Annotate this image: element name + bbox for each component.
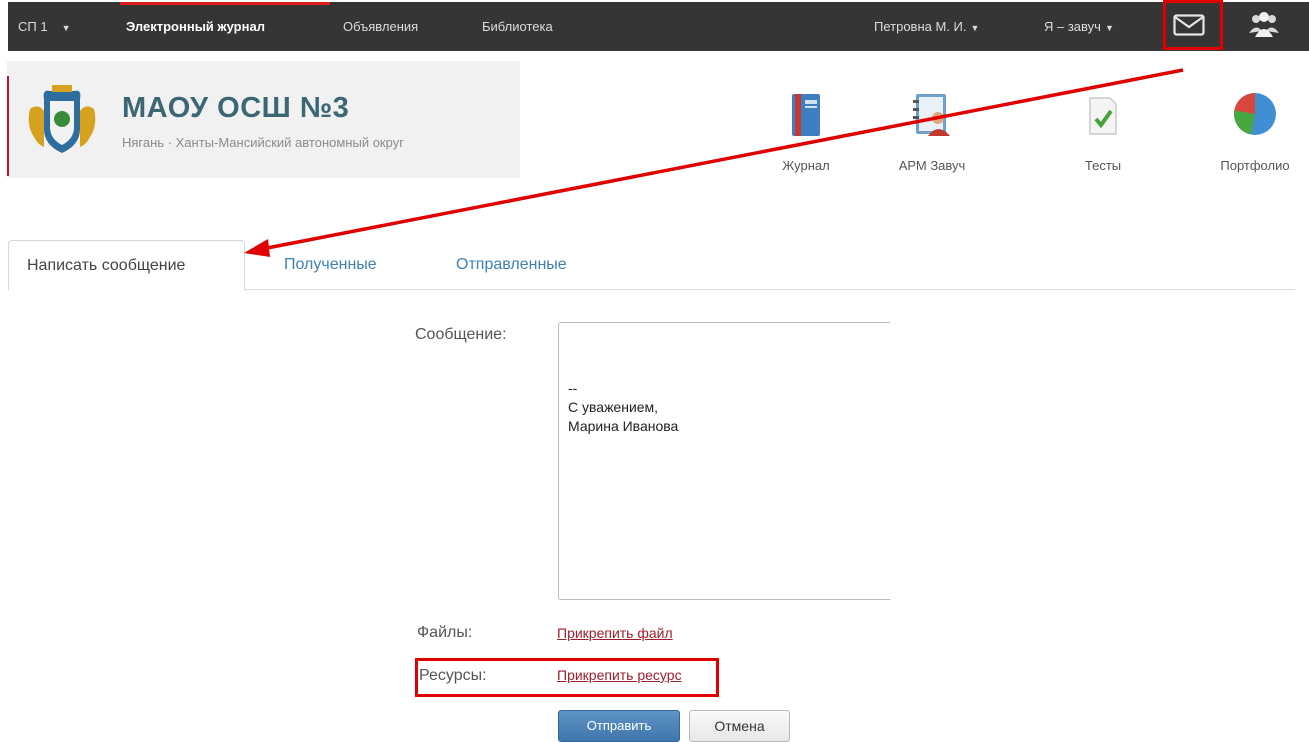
chevron-down-icon: ▼ bbox=[61, 23, 71, 33]
banner-accent bbox=[7, 76, 9, 176]
files-label: Файлы: bbox=[417, 624, 473, 641]
app-portfolio[interactable]: Портфолио bbox=[1200, 92, 1309, 173]
division-label: СП 1 bbox=[18, 19, 48, 34]
app-journal-label: Журнал bbox=[782, 158, 830, 173]
school-subtitle: Нягань · Ханты-Мансийский автономный окр… bbox=[122, 135, 404, 150]
nav-item-journal[interactable]: Электронный журнал bbox=[126, 2, 265, 51]
mail-icon[interactable] bbox=[1173, 14, 1205, 36]
role-name: Я – завуч bbox=[1044, 19, 1101, 34]
app-portfolio-label: Портфолио bbox=[1220, 158, 1290, 173]
attach-file-link[interactable]: Прикрепить файл bbox=[557, 625, 673, 641]
resources-label: Ресурсы: bbox=[419, 667, 487, 684]
app-tests[interactable]: Тесты bbox=[1048, 92, 1158, 173]
division-selector[interactable]: СП 1 ▼ bbox=[18, 2, 71, 51]
send-button[interactable]: Отправить bbox=[558, 710, 680, 742]
signature-separator: -- bbox=[568, 380, 578, 396]
nav-item-announcements[interactable]: Объявления bbox=[343, 2, 418, 51]
pie-chart-icon bbox=[1233, 93, 1276, 135]
chevron-down-icon: ▼ bbox=[1104, 23, 1114, 33]
checkmark-document-icon bbox=[1089, 97, 1117, 135]
tabs-baseline bbox=[245, 289, 1295, 290]
tab-compose-label: Написать сообщение bbox=[27, 257, 186, 274]
tab-sent[interactable]: Отправленные bbox=[456, 256, 567, 274]
tab-received[interactable]: Полученные bbox=[284, 256, 377, 274]
signature-regards: С уважением, bbox=[568, 399, 659, 415]
school-banner: МАОУ ОСШ №3 Нягань · Ханты-Мансийский ав… bbox=[7, 61, 520, 178]
nav-item-library[interactable]: Библиотека bbox=[482, 2, 553, 51]
address-book-icon bbox=[913, 94, 950, 136]
message-signature: -- С уважением, Марина Иванова bbox=[568, 379, 678, 436]
chevron-down-icon: ▼ bbox=[970, 23, 980, 33]
journal-icon bbox=[792, 94, 820, 136]
coat-of-arms-logo bbox=[28, 85, 96, 153]
user-name: Петровна М. И. bbox=[874, 19, 967, 34]
signature-name: Марина Иванова bbox=[568, 418, 679, 434]
app-journal[interactable]: Журнал bbox=[751, 92, 861, 173]
app-arm-zavuch-label: АРМ Завуч bbox=[898, 158, 966, 173]
top-nav-bar: СП 1 ▼ Электронный журнал Объявления Библ… bbox=[8, 2, 1309, 51]
cancel-button[interactable]: Отмена bbox=[689, 710, 790, 742]
message-label: Сообщение: bbox=[415, 326, 507, 343]
app-arm-zavuch[interactable]: АРМ Завуч bbox=[877, 92, 987, 173]
tab-compose[interactable]: Написать сообщение bbox=[8, 240, 245, 290]
app-tests-label: Тесты bbox=[1084, 158, 1122, 173]
message-textarea[interactable]: -- С уважением, Марина Иванова bbox=[558, 322, 890, 600]
user-menu[interactable]: Петровна М. И. ▼ bbox=[874, 2, 979, 51]
users-icon[interactable] bbox=[1248, 11, 1280, 39]
attach-resource-link[interactable]: Прикрепить ресурс bbox=[557, 667, 682, 683]
role-menu[interactable]: Я – завуч ▼ bbox=[1044, 2, 1114, 51]
school-title: МАОУ ОСШ №3 bbox=[122, 92, 350, 124]
